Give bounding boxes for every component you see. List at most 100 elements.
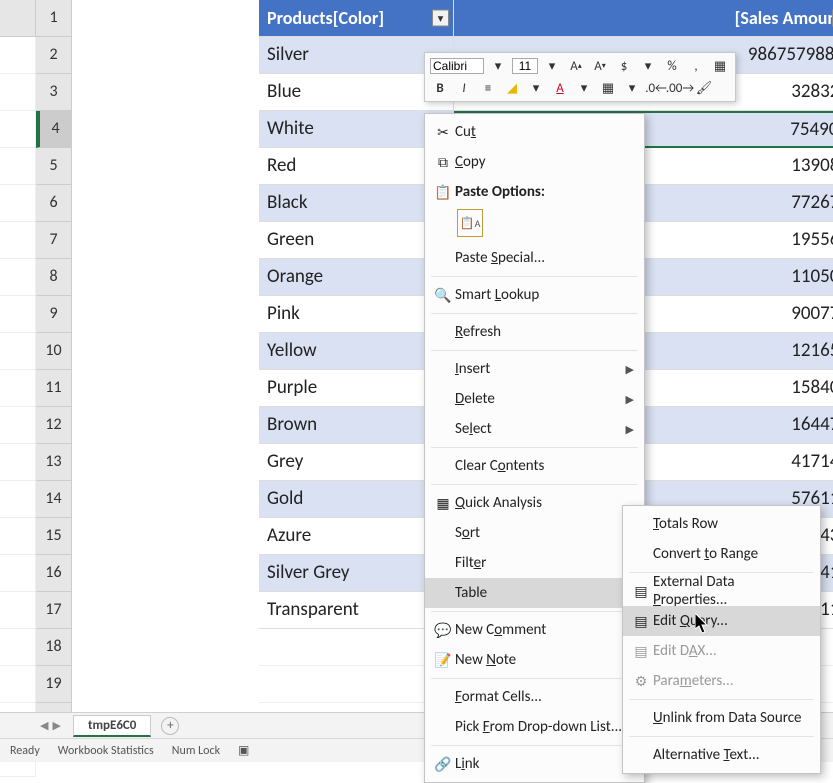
paste-option-icon[interactable]: 📋A (457, 209, 483, 237)
cell-empty[interactable] (0, 444, 36, 481)
menu-item[interactable]: Sort ▶ (425, 518, 644, 548)
percent-icon[interactable]: % (662, 56, 682, 76)
menu-item[interactable]: Select ▶ (425, 414, 644, 444)
menu-item-label: Refresh (455, 323, 634, 341)
row-header[interactable]: 1 (36, 0, 72, 37)
currency-dropdown-icon[interactable]: ▾ (638, 56, 658, 76)
borders-dropdown-icon[interactable]: ▾ (622, 78, 642, 98)
tab-nav-next-icon[interactable]: ▶ (52, 719, 60, 732)
menu-item-label: Format Cells... (455, 688, 634, 706)
menu-item[interactable]: 🔗 Link ▶ (425, 749, 644, 779)
bold-icon[interactable]: B (430, 78, 450, 98)
cell-empty[interactable] (0, 185, 36, 222)
cell-empty[interactable] (0, 518, 36, 555)
row-header[interactable]: 6 (36, 185, 72, 222)
submenu-item[interactable]: Alternative Text... (623, 740, 820, 770)
menu-item[interactable]: ⧉ Copy (425, 147, 644, 177)
submenu-item[interactable]: ▤ Edit Query... (623, 606, 820, 636)
row-header[interactable]: 13 (36, 444, 72, 481)
row-header[interactable]: 7 (36, 222, 72, 259)
fill-color-icon[interactable]: ◢ (502, 78, 522, 98)
cell-empty[interactable] (0, 481, 36, 518)
increase-font-icon[interactable]: A▴ (566, 56, 586, 76)
menu-item[interactable]: Filter ▶ (425, 548, 644, 578)
cell-empty[interactable] (0, 222, 36, 259)
cell-empty[interactable] (0, 37, 36, 74)
submenu-item[interactable]: Convert to Range (623, 539, 820, 569)
select-all-corner[interactable] (0, 0, 36, 37)
sheet-tab[interactable]: tmpE6C0 (73, 715, 151, 737)
row-header[interactable]: 11 (36, 370, 72, 407)
cell-empty[interactable] (0, 333, 36, 370)
cell-empty[interactable] (0, 592, 36, 629)
font-color-icon[interactable]: A (550, 78, 570, 98)
font-size-input[interactable] (512, 58, 538, 74)
borders-icon[interactable]: ▦ (598, 78, 618, 98)
font-size-dropdown-icon[interactable]: ▾ (542, 56, 562, 76)
row-header[interactable]: 17 (36, 592, 72, 629)
format-painter-icon[interactable]: 🖌 (694, 78, 714, 98)
menu-item[interactable]: Table ▶ (425, 578, 644, 608)
menu-item[interactable]: ✂ Cut (425, 117, 644, 147)
font-name-dropdown-icon[interactable]: ▾ (488, 56, 508, 76)
cell-empty[interactable] (0, 555, 36, 592)
row-header[interactable]: 10 (36, 333, 72, 370)
row-header[interactable]: 15 (36, 518, 72, 555)
cell-empty[interactable] (0, 629, 36, 666)
cell-empty[interactable] (0, 666, 36, 703)
menu-item[interactable]: Pick From Drop-down List... (425, 712, 644, 742)
row-header[interactable]: 3 (36, 74, 72, 111)
menu-item[interactable]: Clear Contents (425, 451, 644, 481)
context-menu: ✂ Cut ⧉ Copy 📋Paste Options:📋A Paste Spe… (424, 113, 645, 783)
menu-item[interactable]: 🔍 Smart Lookup (425, 280, 644, 310)
increase-decimal-icon[interactable]: .00→ (670, 78, 690, 98)
cell-empty[interactable] (0, 111, 36, 148)
menu-item[interactable]: Delete ▶ (425, 384, 644, 414)
menu-item[interactable]: Paste Special... (425, 243, 644, 273)
fill-color-dropdown-icon[interactable]: ▾ (526, 78, 546, 98)
row-header[interactable]: 12 (36, 407, 72, 444)
cell-empty[interactable] (0, 74, 36, 111)
comma-icon[interactable]: , (686, 56, 706, 76)
status-macro-icon[interactable]: ▣ (238, 743, 249, 758)
row-header[interactable]: 2 (36, 37, 72, 74)
status-workbook-stats[interactable]: Workbook Statistics (58, 744, 154, 758)
filter-dropdown-icon[interactable] (432, 10, 449, 27)
row-header[interactable]: 8 (36, 259, 72, 296)
menu-item[interactable]: 💬 New Comment (425, 615, 644, 645)
menu-item[interactable]: Insert ▶ (425, 354, 644, 384)
cell-empty[interactable] (0, 259, 36, 296)
row-header[interactable]: 14 (36, 481, 72, 518)
cell-empty[interactable] (0, 370, 36, 407)
col-header-products-color[interactable]: Products[Color] (259, 0, 454, 37)
row-header[interactable]: 9 (36, 296, 72, 333)
currency-icon[interactable]: $ (614, 56, 634, 76)
row-header[interactable]: 5 (36, 148, 72, 185)
italic-icon[interactable]: I (454, 78, 474, 98)
decrease-decimal-icon[interactable]: .0← (646, 78, 666, 98)
font-name-input[interactable] (430, 58, 484, 74)
cell-empty[interactable] (0, 148, 36, 185)
submenu-item[interactable]: Unlink from Data Source (623, 703, 820, 733)
row-header[interactable]: 19 (36, 666, 72, 703)
tab-nav-prev-icon[interactable]: ◀ (40, 719, 48, 732)
menu-item[interactable]: Refresh (425, 317, 644, 347)
submenu-item[interactable]: ▤ External Data Properties... (623, 576, 820, 606)
row-header[interactable]: 16 (36, 555, 72, 592)
align-icon[interactable]: ≡ (478, 78, 498, 98)
add-sheet-button[interactable]: + (161, 717, 179, 735)
menu-item[interactable]: ▦ Quick Analysis (425, 488, 644, 518)
decrease-font-icon[interactable]: A▾ (590, 56, 610, 76)
status-numlock: Num Lock (172, 744, 220, 758)
cell-empty[interactable] (0, 296, 36, 333)
col-header-sales-amount[interactable]: [Sales Amount] (454, 0, 833, 37)
row-header[interactable]: 18 (36, 629, 72, 666)
submenu-item: ⚙ Parameters... (623, 666, 820, 696)
menu-item[interactable]: 📝 New Note (425, 645, 644, 675)
cell-empty[interactable] (0, 407, 36, 444)
row-header[interactable]: 4 (36, 111, 72, 148)
table-format-icon[interactable]: ▦ (710, 56, 730, 76)
menu-item[interactable]: Format Cells... (425, 682, 644, 712)
submenu-item[interactable]: Totals Row (623, 509, 820, 539)
font-color-dropdown-icon[interactable]: ▾ (574, 78, 594, 98)
